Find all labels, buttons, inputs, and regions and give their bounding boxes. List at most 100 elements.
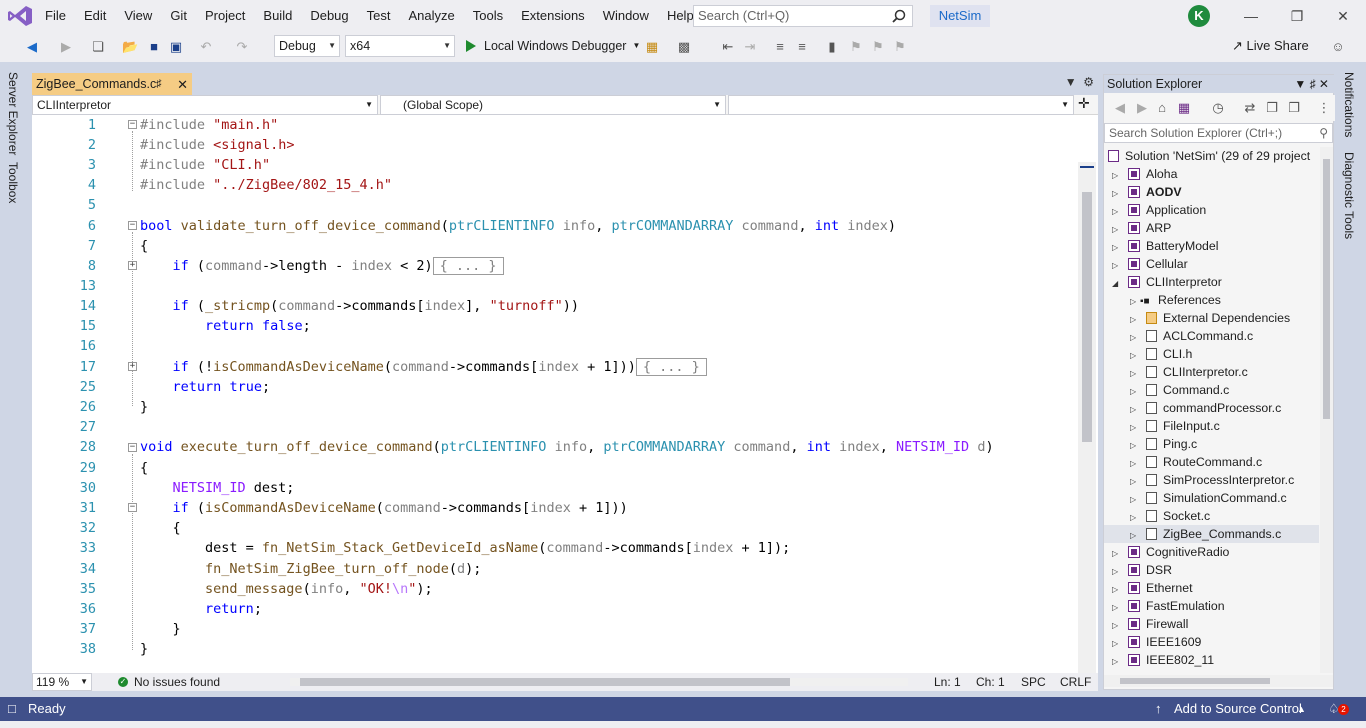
menu-window[interactable]: Window: [594, 0, 658, 32]
save-all-icon[interactable]: ▣: [168, 39, 184, 55]
menu-view[interactable]: View: [115, 0, 161, 32]
close-icon[interactable]: ✕: [1320, 0, 1366, 32]
menu-edit[interactable]: Edit: [75, 0, 115, 32]
search-box[interactable]: Search (Ctrl+Q): [693, 5, 913, 27]
fold-collapse-icon[interactable]: −: [128, 443, 137, 452]
platform-dropdown[interactable]: x64 ▼: [345, 35, 455, 57]
menu-extensions[interactable]: Extensions: [512, 0, 594, 32]
editor-vertical-scrollbar[interactable]: [1078, 162, 1096, 681]
scroll-thumb[interactable]: [300, 678, 790, 686]
menu-tools[interactable]: Tools: [464, 0, 512, 32]
editor-horizontal-scrollbar[interactable]: [290, 678, 908, 686]
tab-list-dropdown-icon[interactable]: ▼ ⚙: [1065, 75, 1094, 89]
tree-item-project[interactable]: ▷ CognitiveRadio: [1112, 543, 1229, 561]
switch-views-icon[interactable]: ▦: [1176, 100, 1192, 116]
live-share-button[interactable]: ↗ Live Share: [1232, 35, 1309, 57]
server-explorer-tab[interactable]: Server Explorer: [6, 72, 20, 155]
fold-expand-icon[interactable]: +: [128, 362, 137, 371]
tree-item-file[interactable]: ▷ CLIInterpretor.c: [1130, 363, 1248, 381]
code-view[interactable]: 1 2 3 4 5 6 7 8 13 14 15 16 17 25 26 27 …: [32, 115, 1098, 681]
solution-horizontal-scrollbar[interactable]: [1104, 675, 1333, 687]
redo-icon[interactable]: ↷: [234, 39, 250, 55]
tree-item-project[interactable]: ▷ BatteryModel: [1112, 237, 1218, 255]
start-debugging-button[interactable]: Local Windows Debugger ▼: [463, 35, 640, 57]
notifications-tab[interactable]: Notifications: [1342, 72, 1356, 137]
comment-icon[interactable]: ≡: [772, 39, 788, 55]
fold-collapse-icon[interactable]: −: [128, 503, 137, 512]
project-nav-dropdown[interactable]: CLIInterpretor ▼: [32, 95, 378, 115]
forward-icon[interactable]: ▶: [58, 39, 74, 55]
home-icon[interactable]: ⌂: [1154, 100, 1170, 116]
tree-item-project-expanded[interactable]: ◢ CLIInterpretor: [1112, 273, 1222, 291]
whitespace-indicator[interactable]: SPC: [1021, 673, 1046, 691]
panel-controls-icon[interactable]: ▼ ♯ ✕: [1294, 75, 1329, 93]
tree-item-file[interactable]: ▷ Ping.c: [1130, 435, 1197, 453]
browser-link-icon[interactable]: ▩: [676, 39, 692, 55]
diagnostic-tools-tab[interactable]: Diagnostic Tools: [1342, 152, 1356, 239]
more-icon[interactable]: ⋮: [1316, 100, 1332, 116]
tree-item-file[interactable]: ▷ SimProcessInterpretor.c: [1130, 471, 1294, 489]
visual-studio-logo-icon[interactable]: [6, 4, 34, 28]
solution-vertical-scrollbar[interactable]: [1320, 147, 1333, 673]
menu-file[interactable]: File: [36, 0, 75, 32]
step-icon[interactable]: ⇥: [742, 39, 758, 55]
tree-item-file[interactable]: ▷ commandProcessor.c: [1130, 399, 1281, 417]
feedback-icon[interactable]: ☺: [1330, 39, 1346, 55]
sync-icon[interactable]: ⇄: [1242, 100, 1258, 116]
tree-item-project[interactable]: ▷ Firewall: [1112, 615, 1188, 633]
toolbox-tab[interactable]: Toolbox: [6, 162, 20, 203]
tree-item-solution[interactable]: Solution 'NetSim' (29 of 29 project: [1108, 147, 1310, 165]
close-tab-icon[interactable]: ✕: [177, 73, 188, 96]
hot-reload-icon[interactable]: ⇤: [720, 39, 736, 55]
tree-item-project[interactable]: ▷ FastEmulation: [1112, 597, 1225, 615]
member-nav-dropdown[interactable]: ▼: [728, 95, 1074, 115]
scroll-thumb[interactable]: [1323, 159, 1330, 419]
back-icon[interactable]: ◀: [1112, 100, 1128, 116]
tree-item-project[interactable]: ▷ IEEE1609: [1112, 633, 1201, 651]
menu-build[interactable]: Build: [254, 0, 301, 32]
tree-item-external-dependencies[interactable]: ▷ External Dependencies: [1130, 309, 1290, 327]
save-icon[interactable]: ■: [146, 39, 162, 55]
minimize-icon[interactable]: —: [1228, 0, 1274, 32]
pin-icon[interactable]: ♯: [156, 73, 162, 96]
line-indicator[interactable]: Ln: 1: [934, 673, 961, 691]
tree-item-file[interactable]: ▷ ACLCommand.c: [1130, 327, 1253, 345]
tree-item-project[interactable]: ▷ DSR: [1112, 561, 1172, 579]
collapse-icon[interactable]: ◢: [1112, 275, 1122, 293]
attach-process-icon[interactable]: ▦: [644, 39, 660, 55]
split-icon[interactable]: ✛: [1078, 95, 1090, 112]
issues-indicator[interactable]: ✓ No issues found: [118, 673, 220, 691]
tab-zigbee-commands[interactable]: ZigBee_Commands.c ♯ ✕: [32, 73, 192, 96]
fold-collapse-icon[interactable]: −: [128, 221, 137, 230]
show-all-files-icon[interactable]: ❐: [1286, 100, 1302, 116]
forward-icon[interactable]: ▶: [1134, 100, 1150, 116]
add-to-source-control-button[interactable]: Add to Source Control: [1174, 697, 1302, 721]
tree-item-file[interactable]: ▷ RouteCommand.c: [1130, 453, 1262, 471]
tree-item-project[interactable]: ▷ Application: [1112, 201, 1206, 219]
menu-debug[interactable]: Debug: [301, 0, 357, 32]
tree-item-project[interactable]: ▷ IEEE802_11: [1112, 651, 1214, 669]
avatar[interactable]: K: [1188, 5, 1210, 27]
menu-analyze[interactable]: Analyze: [399, 0, 463, 32]
next-bookmark-icon[interactable]: ⚑: [870, 39, 886, 55]
clear-bookmarks-icon[interactable]: ⚑: [892, 39, 908, 55]
tree-item-file[interactable]: ▷ Command.c: [1130, 381, 1229, 399]
tree-item-project[interactable]: ▷ ARP: [1112, 219, 1171, 237]
solution-name-badge[interactable]: NetSim: [930, 5, 990, 27]
restore-icon[interactable]: ❐: [1274, 0, 1320, 32]
tree-item-file[interactable]: ▷ FileInput.c: [1130, 417, 1220, 435]
open-folder-icon[interactable]: 📂: [122, 39, 138, 55]
back-icon[interactable]: ◀: [24, 39, 40, 55]
new-project-icon[interactable]: ❏: [90, 39, 106, 55]
configuration-dropdown[interactable]: Debug ▼: [274, 35, 340, 57]
scroll-thumb[interactable]: [1120, 678, 1270, 684]
collapse-all-icon[interactable]: ❐: [1264, 100, 1280, 116]
tree-item-project[interactable]: ▷ Cellular: [1112, 255, 1188, 273]
tree-item-references[interactable]: ▷ ▪■ References: [1130, 291, 1221, 309]
tree-item-file-selected[interactable]: ▷ ZigBee_Commands.c: [1104, 525, 1319, 543]
prev-bookmark-icon[interactable]: ⚑: [848, 39, 864, 55]
scroll-thumb[interactable]: [1082, 192, 1092, 442]
bookmark-icon[interactable]: ▮: [824, 39, 840, 55]
expand-icon[interactable]: ▷: [1112, 653, 1122, 671]
menu-project[interactable]: Project: [196, 0, 254, 32]
